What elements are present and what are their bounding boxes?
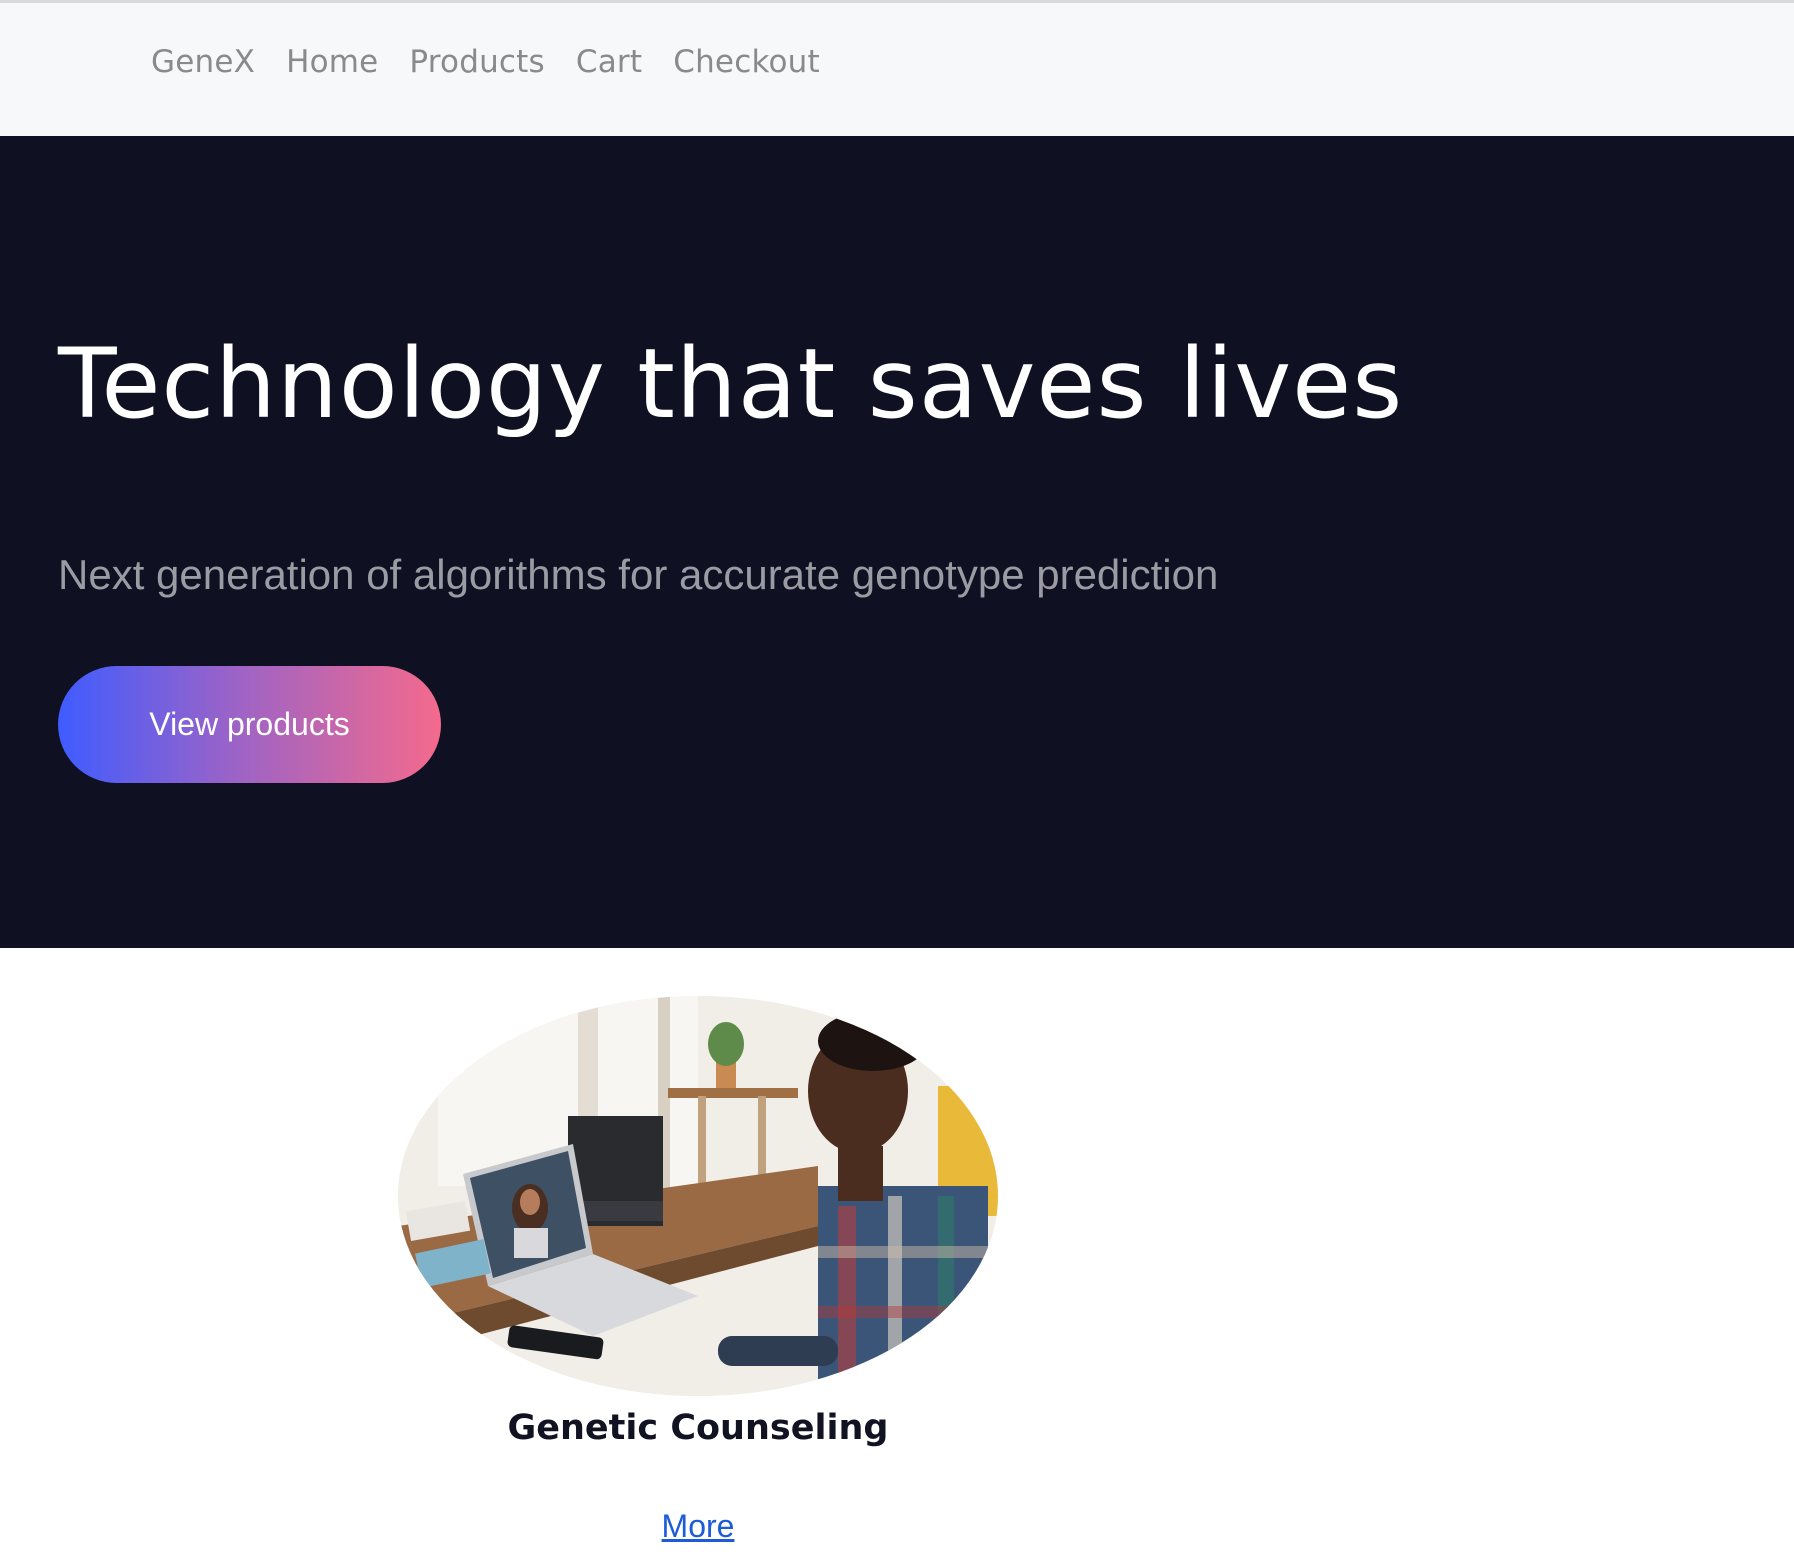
hero-subtitle: Next generation of algorithms for accura… — [58, 551, 1219, 598]
top-navbar: GeneX Home Products Cart Checkout — [0, 0, 1794, 136]
nav-link-home[interactable]: Home — [286, 40, 378, 84]
nav-link-products[interactable]: Products — [409, 40, 544, 84]
brand-link[interactable]: GeneX — [151, 40, 255, 84]
nav-link-checkout[interactable]: Checkout — [673, 40, 820, 84]
hero-title: Technology that saves lives — [58, 328, 1404, 440]
hero-section: Technology that saves lives Next generat… — [0, 136, 1794, 948]
view-products-button[interactable]: View products — [58, 666, 441, 783]
video-call-photo-icon — [398, 996, 998, 1396]
service-more-link[interactable]: More — [398, 1507, 998, 1545]
service-title: Genetic Counseling — [507, 1408, 889, 1448]
nav-link-cart[interactable]: Cart — [576, 40, 642, 84]
page: GeneX Home Products Cart Checkout Techno… — [0, 0, 1794, 1568]
service-image — [398, 996, 998, 1396]
